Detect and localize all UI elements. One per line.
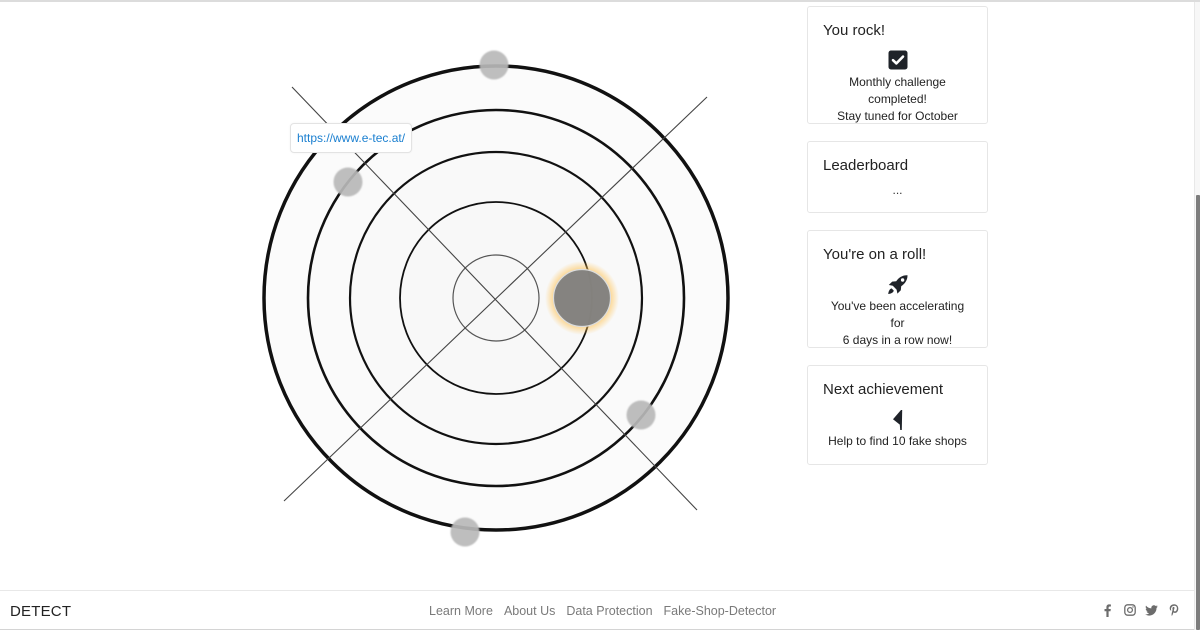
twitter-icon[interactable]: [1145, 603, 1158, 617]
card-line: 6 days in a row now!: [842, 333, 953, 347]
social-links: [1101, 603, 1180, 617]
card-line: Help to find 10 fake shops: [828, 434, 967, 448]
blip-active[interactable]: [552, 268, 612, 328]
footer-links: Learn More About Us Data Protection Fake…: [429, 604, 776, 618]
radar-canvas: [262, 50, 730, 547]
radar: https://www.e-tec.at/: [0, 0, 800, 590]
footer-link-fake-shop-detector[interactable]: Fake-Shop-Detector: [664, 604, 777, 618]
flag-icon: [823, 409, 972, 431]
achievement-cards: You rock! Monthly challenge completed! S…: [807, 6, 988, 482]
card-text: Monthly challenge completed! Stay tuned …: [823, 74, 972, 125]
scrollbar-thumb[interactable]: [1196, 195, 1200, 630]
blip-upper-left[interactable]: [333, 167, 363, 197]
blip-bottom[interactable]: [450, 517, 480, 547]
card-line: Monthly challenge completed!: [849, 75, 946, 106]
card-you-rock: You rock! Monthly challenge completed! S…: [807, 6, 988, 124]
blip-right-lower[interactable]: [626, 400, 656, 430]
card-title: You're on a roll!: [823, 246, 927, 263]
check-square-icon: [823, 50, 972, 72]
footer-brand[interactable]: DETECT: [10, 603, 71, 620]
card-title: Next achievement: [823, 381, 944, 398]
pinterest-icon[interactable]: [1167, 603, 1180, 617]
facebook-icon[interactable]: [1101, 603, 1114, 617]
card-line: You've been accelerating for: [830, 299, 965, 330]
rocket-icon: [823, 274, 972, 296]
tooltip-url-link[interactable]: https://www.e-tec.at/: [290, 123, 413, 153]
footer-link-about-us[interactable]: About Us: [504, 604, 555, 618]
footer-link-learn-more[interactable]: Learn More: [429, 604, 493, 618]
leaderboard-placeholder: ...: [892, 183, 903, 197]
blip-top[interactable]: [479, 50, 509, 80]
footer: DETECT Learn More About Us Data Protecti…: [0, 590, 1200, 630]
footer-link-data-protection[interactable]: Data Protection: [566, 604, 652, 618]
card-text: Help to find 10 fake shops: [823, 433, 972, 450]
instagram-icon[interactable]: [1123, 603, 1136, 617]
card-on-a-roll: You're on a roll! You've been accelerati…: [807, 230, 988, 348]
card-text: You've been accelerating for 6 days in a…: [823, 298, 972, 349]
card-title: You rock!: [823, 22, 885, 39]
card-title: Leaderboard: [823, 157, 909, 174]
card-line: Stay tuned for October: [837, 109, 958, 123]
page-scrollbar[interactable]: [1194, 2, 1200, 630]
card-next-achievement: Next achievement Help to find 10 fake sh…: [807, 365, 988, 465]
card-leaderboard: Leaderboard ...: [807, 141, 988, 213]
